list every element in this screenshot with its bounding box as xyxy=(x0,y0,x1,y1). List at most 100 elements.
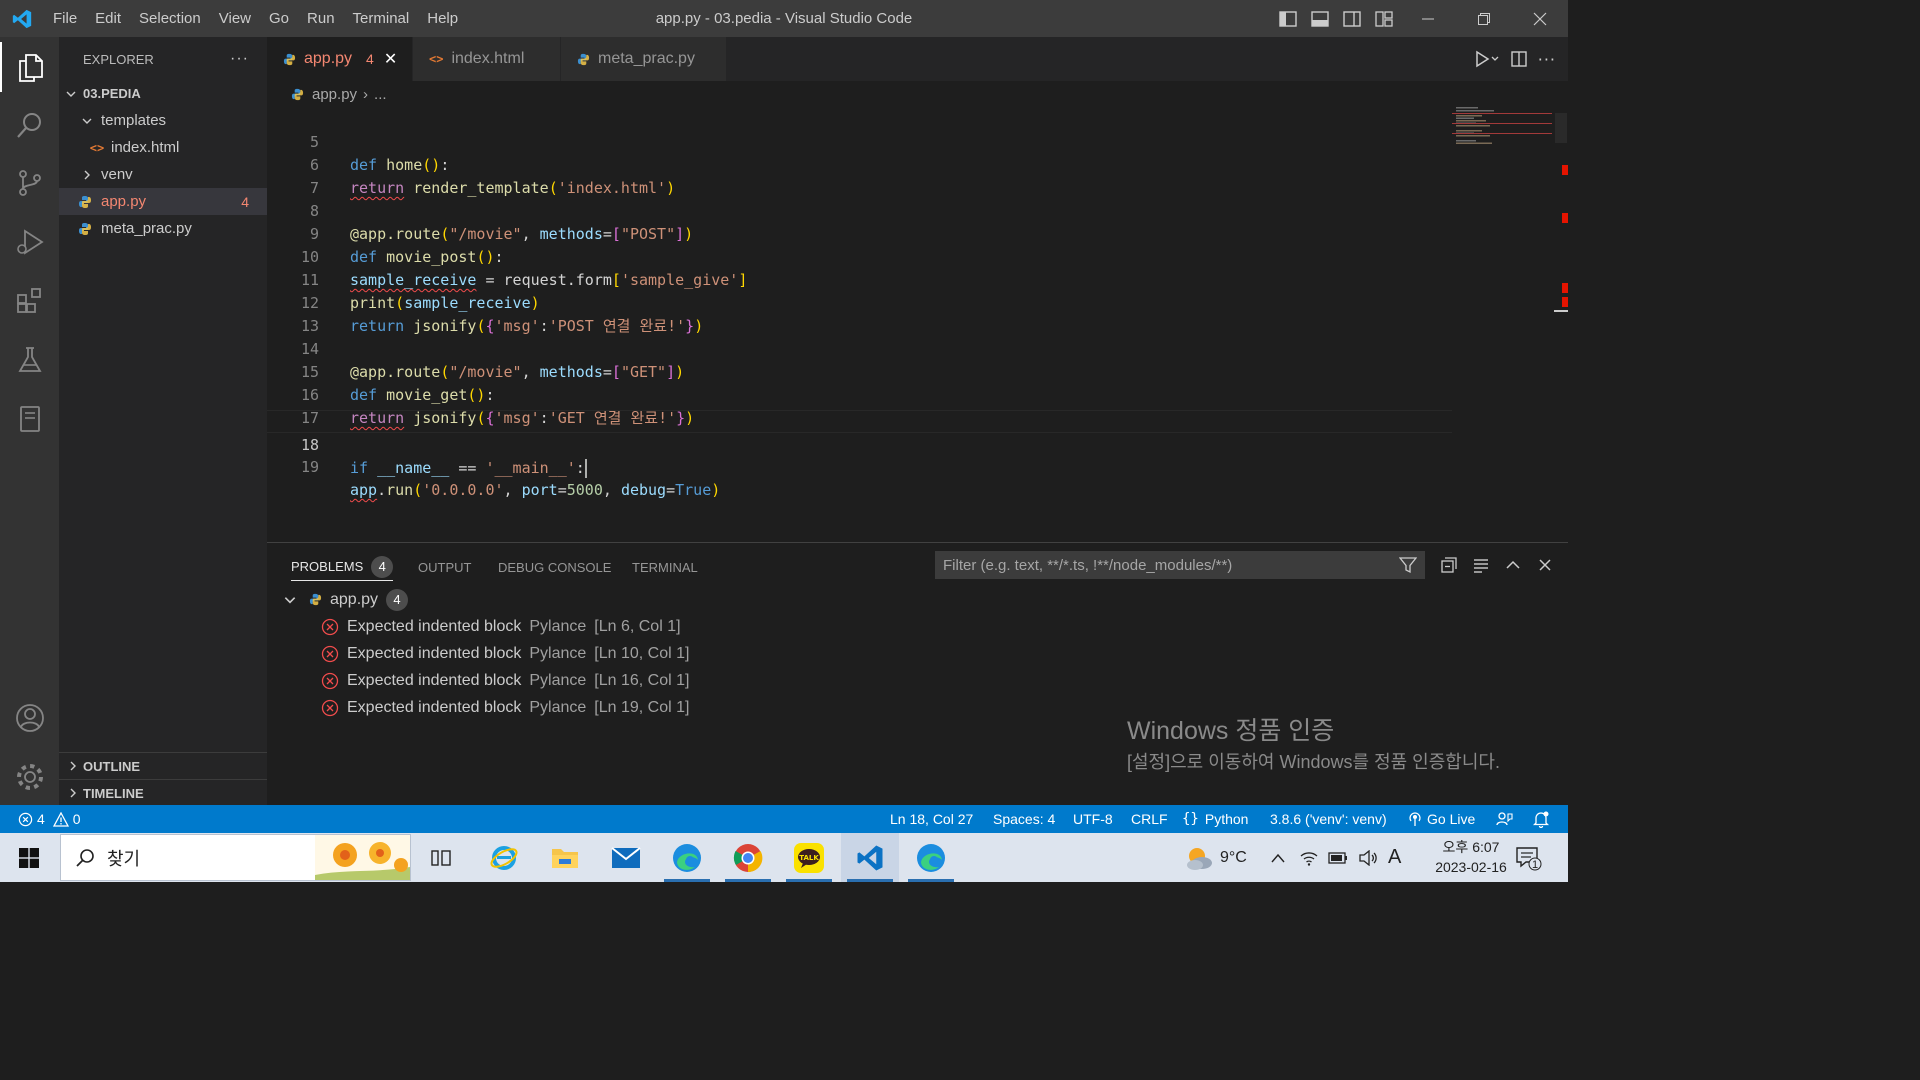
explorer-sidebar: EXPLORER ··· 03.PEDIA templates <> index… xyxy=(59,37,267,805)
tab-problems[interactable]: PROBLEMS 4 xyxy=(291,553,394,581)
menu-help[interactable]: Help xyxy=(418,0,467,37)
menu-edit[interactable]: Edit xyxy=(86,0,130,37)
problem-item[interactable]: Expected indented block Pylance [Ln 6, C… xyxy=(321,613,681,640)
battery-icon[interactable] xyxy=(1328,851,1348,864)
extensions-icon[interactable] xyxy=(0,276,59,326)
taskbar-search-input[interactable]: 찾기 xyxy=(60,834,411,881)
file-encoding[interactable]: UTF-8 xyxy=(1073,805,1113,833)
edge-browser-2-icon[interactable] xyxy=(902,833,960,882)
menu-run[interactable]: Run xyxy=(298,0,344,37)
tab-label: index.html xyxy=(451,50,525,67)
problems-status[interactable]: 4 0 xyxy=(18,805,81,833)
menu-selection[interactable]: Selection xyxy=(130,0,210,37)
tree-item-meta-prac-py[interactable]: meta_prac.py xyxy=(59,215,267,242)
outline-section[interactable]: OUTLINE xyxy=(59,752,267,779)
tree-item-index-html[interactable]: <> index.html xyxy=(59,134,267,161)
language-label: Python xyxy=(1204,811,1249,827)
restore-icon[interactable] xyxy=(1456,0,1512,37)
tray-icons: A xyxy=(1270,833,1401,882)
tab-meta-prac-py[interactable]: meta_prac.py xyxy=(561,37,727,81)
problem-file-label: app.py xyxy=(330,590,379,608)
breadcrumb-symbols[interactable]: ... xyxy=(374,86,387,103)
menu-terminal[interactable]: Terminal xyxy=(344,0,419,37)
split-editor-icon[interactable] xyxy=(1510,50,1528,68)
windows-start-icon[interactable] xyxy=(0,833,58,882)
menu-view[interactable]: View xyxy=(210,0,260,37)
internet-explorer-icon[interactable] xyxy=(475,833,533,882)
mail-icon[interactable] xyxy=(597,833,655,882)
show-hidden-icons-icon[interactable] xyxy=(1270,852,1286,864)
network-wifi-icon[interactable] xyxy=(1300,850,1318,866)
more-actions-icon[interactable]: ··· xyxy=(1538,50,1556,69)
maximize-panel-icon[interactable] xyxy=(1504,556,1522,574)
code-line: 9 def movie_post(): xyxy=(267,200,1452,266)
tree-item-venv[interactable]: venv xyxy=(59,161,267,188)
run-python-file-icon[interactable] xyxy=(1474,50,1500,68)
problem-file-row[interactable]: app.py 4 xyxy=(283,586,409,613)
toggle-secondary-sidebar-icon[interactable] xyxy=(1336,0,1368,37)
toggle-panel-icon[interactable] xyxy=(1304,0,1336,37)
customize-layout-icon[interactable] xyxy=(1368,0,1400,37)
task-view-icon[interactable] xyxy=(412,833,470,882)
more-actions-icon[interactable]: ··· xyxy=(230,50,249,68)
view-as-list-icon[interactable] xyxy=(1472,556,1490,574)
action-center-icon[interactable]: 1 xyxy=(1514,833,1542,882)
tab-index-html[interactable]: <> index.html xyxy=(413,37,561,81)
accounts-icon[interactable] xyxy=(0,693,59,743)
remote-explorer-icon[interactable] xyxy=(0,394,59,444)
language-mode[interactable]: {} Python xyxy=(1182,805,1248,833)
indentation[interactable]: Spaces: 4 xyxy=(993,805,1055,833)
collapse-all-icon[interactable] xyxy=(1440,556,1458,574)
project-folder[interactable]: 03.PEDIA xyxy=(59,80,267,107)
run-debug-icon[interactable] xyxy=(0,217,59,267)
tab-app-py[interactable]: app.py 4 ✕ xyxy=(267,37,413,81)
notifications-bell-icon[interactable] xyxy=(1533,805,1549,833)
search-icon[interactable] xyxy=(0,100,59,150)
overview-ruler[interactable] xyxy=(1554,107,1568,542)
toggle-sidebar-icon[interactable] xyxy=(1272,0,1304,37)
tab-output[interactable]: OUTPUT xyxy=(418,553,471,581)
testing-icon[interactable] xyxy=(0,335,59,385)
tab-terminal[interactable]: TERMINAL xyxy=(632,553,698,581)
feedback-icon[interactable] xyxy=(1496,805,1513,833)
taskbar-clock[interactable]: 오후 6:07 2023-02-16 xyxy=(1426,837,1516,877)
tree-item-app-py[interactable]: app.py 4 xyxy=(59,188,267,215)
tree-item-templates[interactable]: templates xyxy=(59,107,267,134)
tree-item-label: templates xyxy=(101,112,167,129)
end-of-line[interactable]: CRLF xyxy=(1131,805,1168,833)
close-window-icon[interactable] xyxy=(1512,0,1568,37)
chrome-browser-icon[interactable] xyxy=(719,833,777,882)
input-method-indicator[interactable]: A xyxy=(1388,846,1401,869)
close-tab-icon[interactable]: ✕ xyxy=(384,49,397,69)
python-interpreter[interactable]: 3.8.6 ('venv': venv) xyxy=(1270,805,1387,833)
close-panel-icon[interactable] xyxy=(1536,556,1554,574)
filter-icon[interactable] xyxy=(1399,556,1417,574)
timeline-section[interactable]: TIMELINE xyxy=(59,779,267,806)
settings-gear-icon[interactable] xyxy=(0,752,59,802)
breadcrumb-file[interactable]: app.py xyxy=(312,86,357,103)
minimap[interactable] xyxy=(1452,107,1552,147)
weather-widget[interactable]: 9°C xyxy=(1184,833,1247,882)
source-control-icon[interactable] xyxy=(0,158,59,208)
menu-bar: File Edit Selection View Go Run Terminal… xyxy=(44,0,467,37)
code-editor[interactable]: 5 def home(): 6 return render_template('… xyxy=(267,107,1568,542)
edge-browser-icon[interactable] xyxy=(658,833,716,882)
go-live-button[interactable]: Go Live xyxy=(1408,805,1475,833)
file-explorer-icon[interactable] xyxy=(536,833,594,882)
vscode-logo-icon[interactable] xyxy=(0,0,44,37)
kakaotalk-icon[interactable]: TALK xyxy=(780,833,838,882)
menu-go[interactable]: Go xyxy=(260,0,298,37)
vscode-taskbar-icon[interactable] xyxy=(841,833,899,882)
problem-item[interactable]: Expected indented block Pylance [Ln 16, … xyxy=(321,667,689,694)
problems-filter-input[interactable]: Filter (e.g. text, **/*.ts, !**/node_mod… xyxy=(935,551,1425,579)
problem-item[interactable]: Expected indented block Pylance [Ln 19, … xyxy=(321,694,689,721)
minimize-icon[interactable] xyxy=(1400,0,1456,37)
cursor-position[interactable]: Ln 18, Col 27 xyxy=(890,805,973,833)
explorer-icon[interactable] xyxy=(0,42,59,92)
menu-file[interactable]: File xyxy=(44,0,86,37)
problem-item[interactable]: Expected indented block Pylance [Ln 10, … xyxy=(321,640,689,667)
error-icon xyxy=(18,812,33,827)
tab-debug-console[interactable]: DEBUG CONSOLE xyxy=(498,553,611,581)
volume-icon[interactable] xyxy=(1358,849,1378,866)
error-icon xyxy=(321,699,339,717)
